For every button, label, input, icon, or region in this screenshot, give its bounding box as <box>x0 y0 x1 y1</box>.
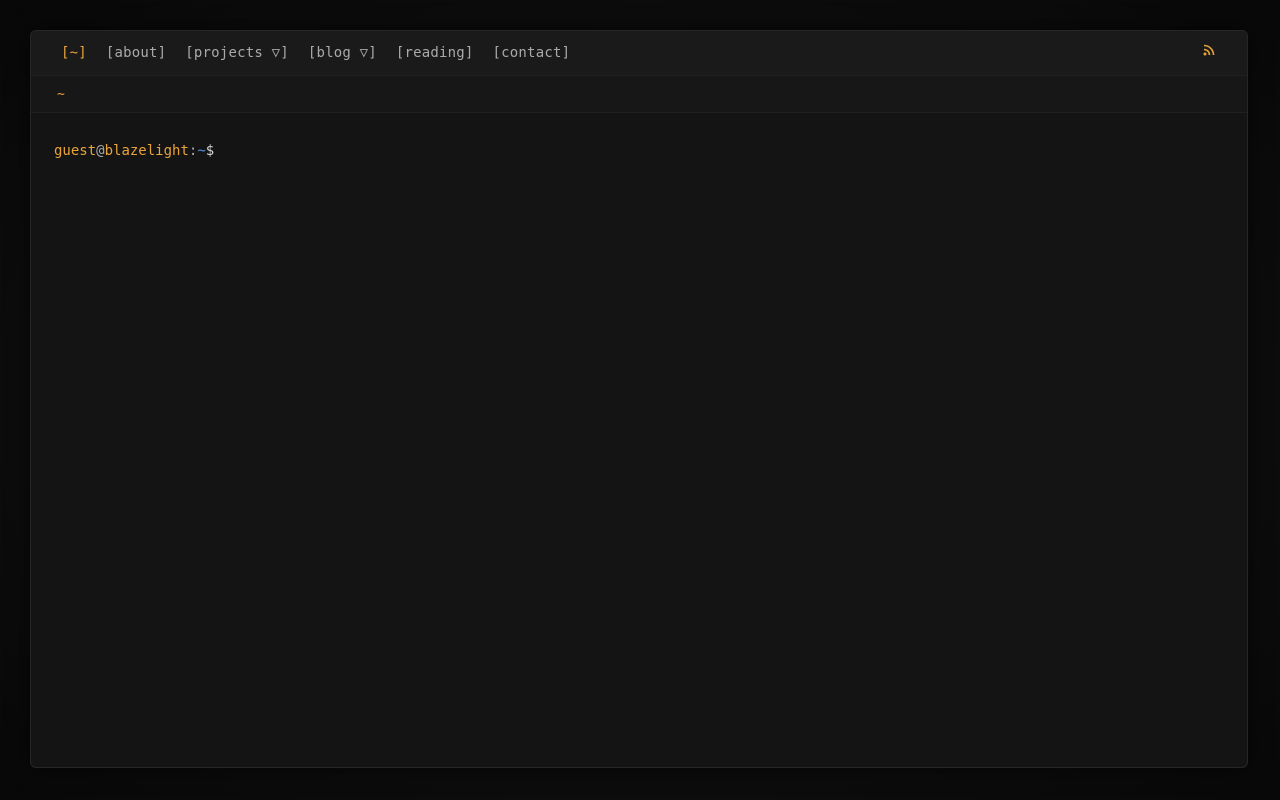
prompt-host: blazelight <box>104 143 189 159</box>
current-path[interactable]: ~ <box>57 87 65 102</box>
command-prompt[interactable]: guest @ blazelight: ~ $ <box>54 143 1247 159</box>
nav-contact[interactable]: [contact] <box>493 45 571 61</box>
nav-projects[interactable]: [projects ▽] <box>185 45 289 61</box>
prompt-user: guest <box>54 143 97 159</box>
prompt-path: ~ <box>197 143 206 159</box>
prompt-colon: : <box>188 143 198 159</box>
nav-reading[interactable]: [reading] <box>396 45 474 61</box>
prompt-symbol: $ <box>205 143 215 159</box>
prompt-at: @ <box>96 143 105 159</box>
path-breadcrumb: ~ <box>31 76 1247 113</box>
rss-icon[interactable] <box>1203 44 1215 56</box>
nav-about[interactable]: [about] <box>106 45 166 61</box>
terminal-window: [~] [about] [projects ▽] [blog ▽] [readi… <box>30 30 1248 768</box>
nav-home[interactable]: [~] <box>61 45 87 61</box>
terminal-body[interactable]: guest @ blazelight: ~ $ <box>31 113 1247 159</box>
top-navigation: [~] [about] [projects ▽] [blog ▽] [readi… <box>31 31 1247 76</box>
nav-blog[interactable]: [blog ▽] <box>308 45 377 61</box>
